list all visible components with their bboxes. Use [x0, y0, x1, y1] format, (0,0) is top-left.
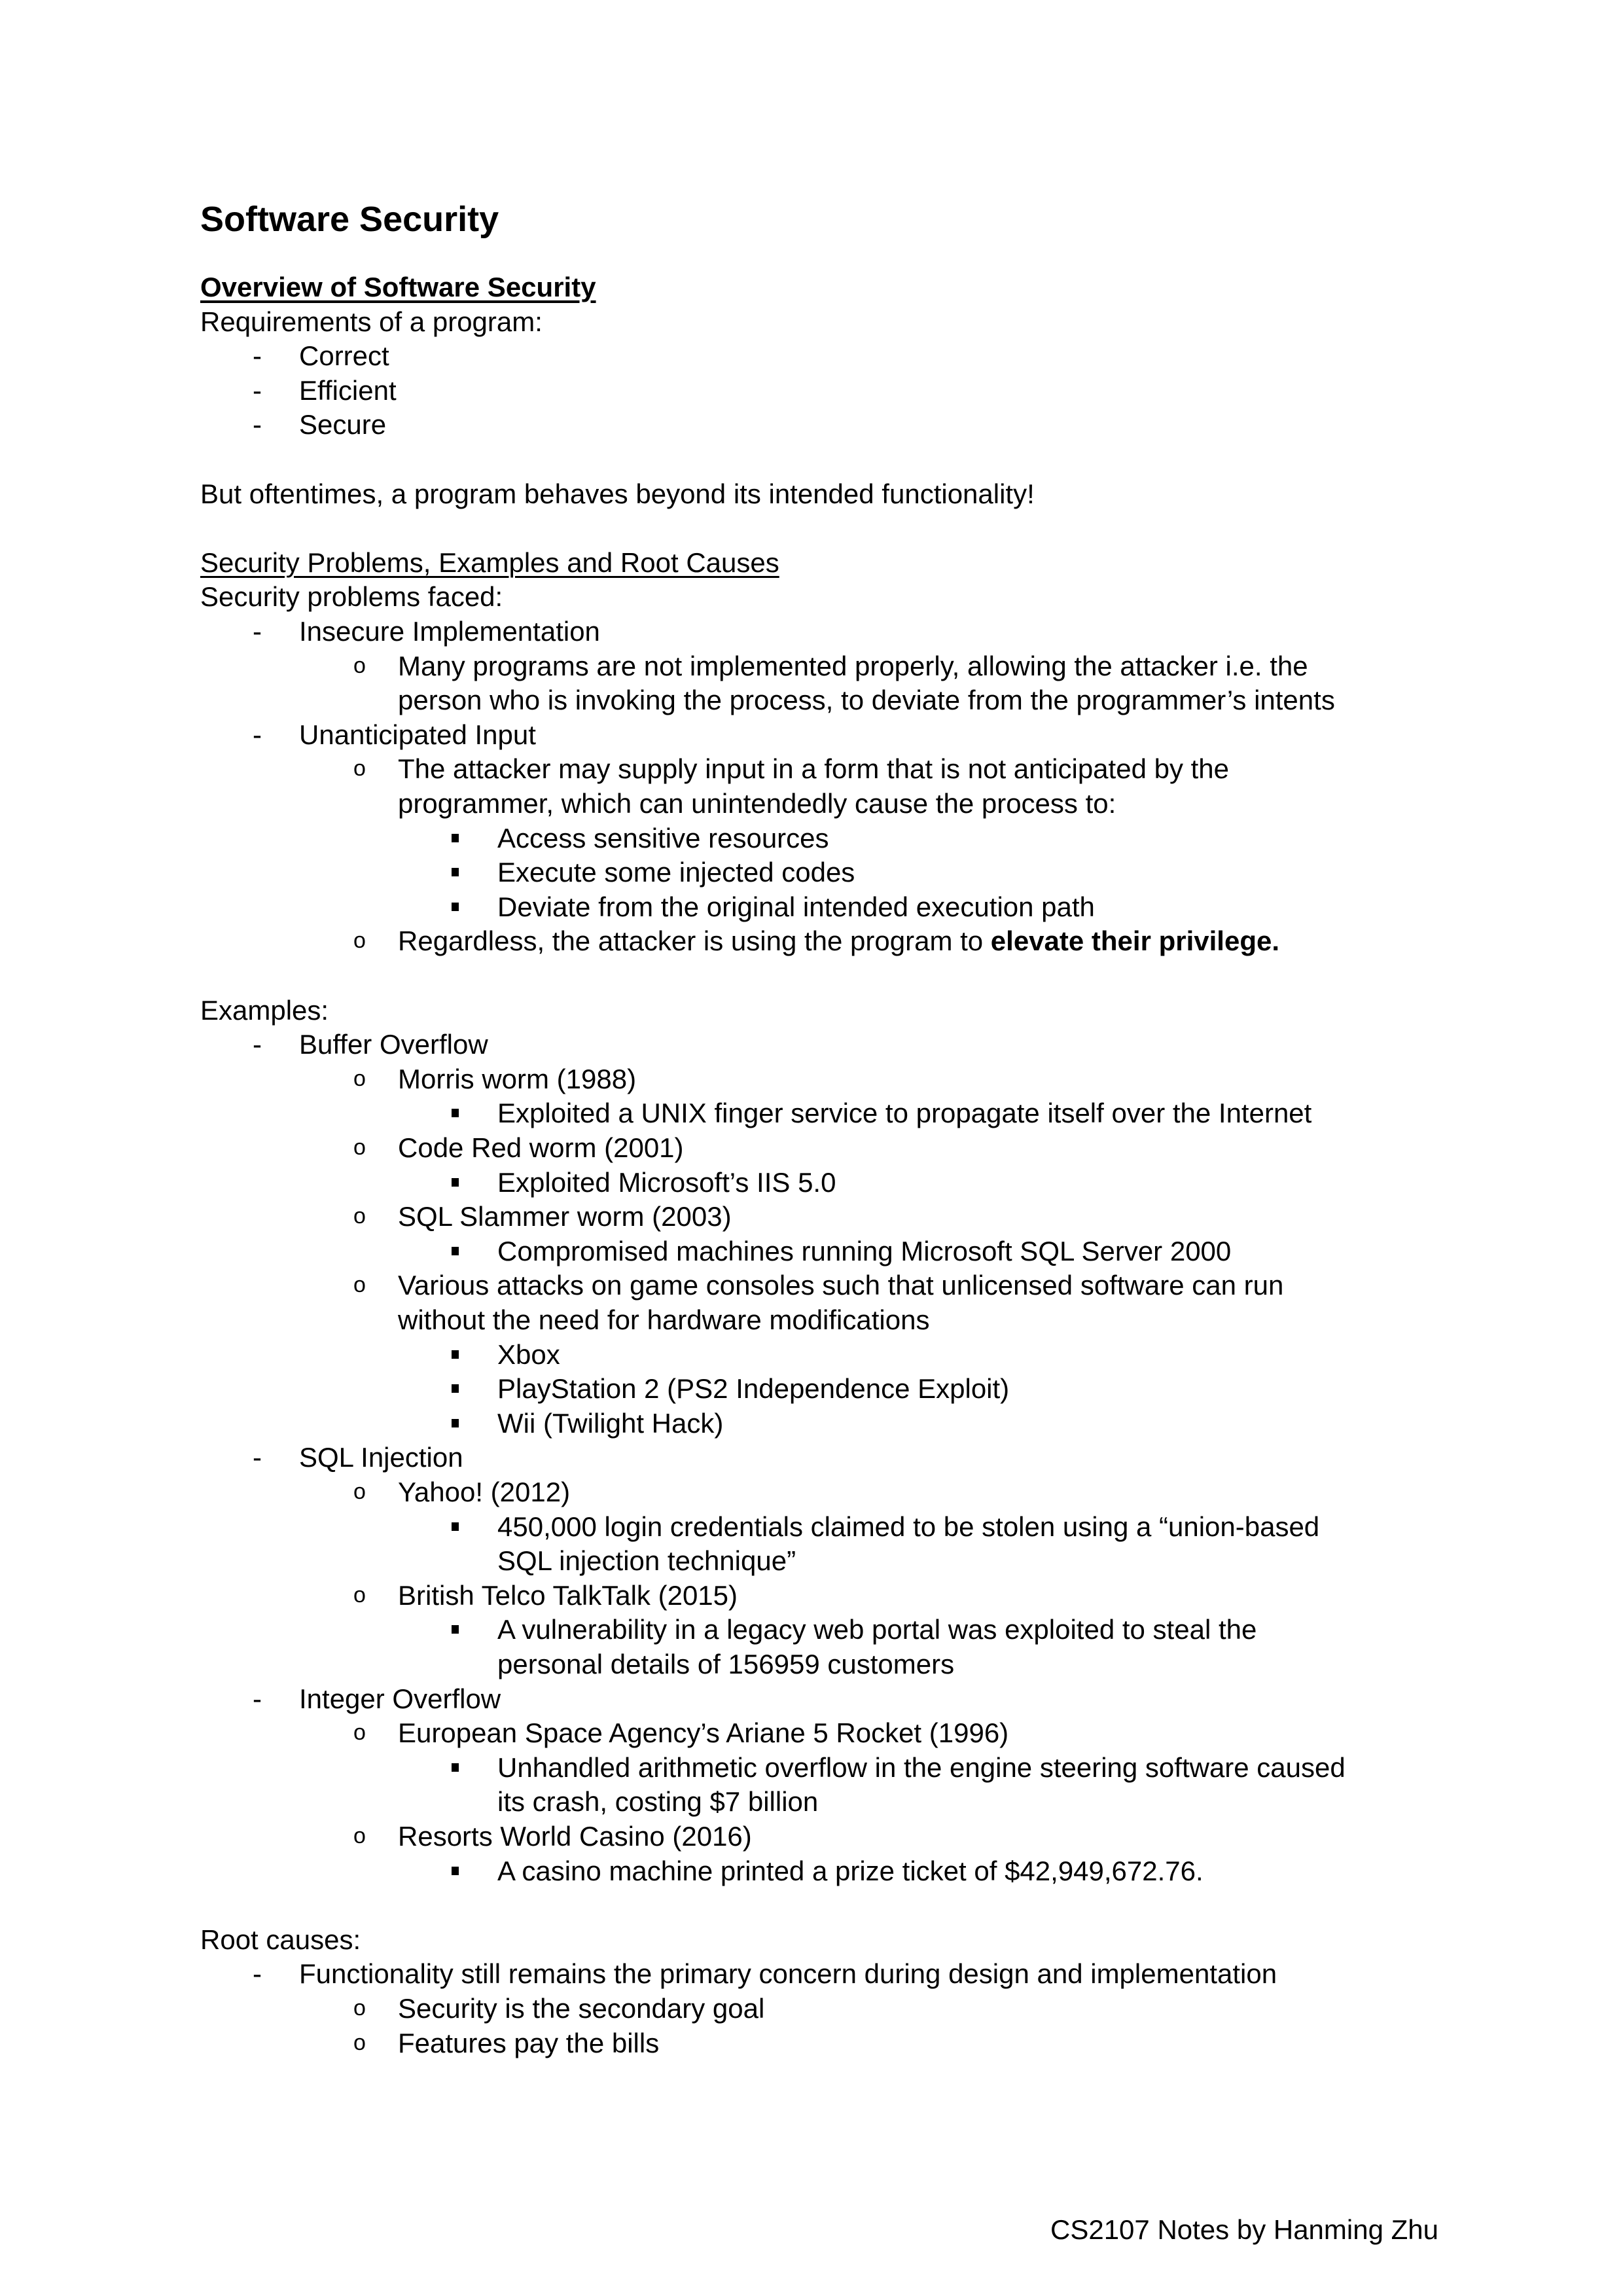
line-text: Buffer Overflow [299, 1029, 488, 1060]
line-text: Security problems faced: [200, 581, 503, 613]
dash-bullet-icon: - [253, 340, 262, 372]
line-text: person who is invoking the process, to d… [398, 685, 1335, 716]
circle-bullet-icon: o [353, 928, 366, 954]
line-text: Compromised machines running Microsoft S… [497, 1235, 1232, 1266]
line-text: British Telco TalkTalk (2015) [398, 1579, 738, 1611]
line-text: Code Red worm (2001) [398, 1132, 684, 1163]
circle-bullet-icon: o [353, 1823, 366, 1848]
line-text: Morris worm (1988) [398, 1063, 637, 1094]
line-text: But oftentimes, a program behaves beyond… [200, 478, 1035, 509]
circle-bullet-icon: o [353, 653, 366, 678]
line-text: Access sensitive resources [497, 822, 829, 853]
line-text: Examples: [200, 994, 329, 1026]
line-text: programmer, which can unintendedly cause… [398, 788, 1116, 819]
line-text: Regardless, the attacker is using the pr… [398, 925, 1280, 957]
circle-bullet-icon: o [353, 1135, 366, 1160]
line-text: The attacker may supply input in a form … [398, 753, 1230, 785]
circle-bullet-icon: o [353, 1996, 366, 2020]
line-text: Various attacks on game consoles such th… [398, 1270, 1284, 1301]
line-text: Secure [299, 409, 387, 440]
dash-bullet-icon: - [253, 374, 262, 406]
circle-bullet-icon: o [353, 1066, 366, 1091]
dash-bullet-icon: - [253, 616, 262, 647]
line-text: Unanticipated Input [299, 719, 536, 750]
line-text: A vulnerability in a legacy web portal w… [497, 1614, 1257, 1645]
document-page: Software Security Overview of Software S… [0, 0, 1623, 2296]
line-text: Wii (Twilight Hack) [497, 1407, 724, 1439]
line-text: Functionality still remains the primary … [299, 1958, 1277, 1990]
line-text: Execute some injected codes [497, 857, 855, 888]
line-text: Features pay the bills [398, 2027, 660, 2058]
line-text: personal details of 156959 customers [497, 1649, 955, 1679]
line-text: Security Problems, Examples and Root Cau… [200, 547, 779, 578]
line-text: Security is the secondary goal [398, 1993, 765, 2024]
dash-bullet-icon: - [253, 409, 262, 440]
circle-bullet-icon: o [353, 1204, 366, 1229]
line-text: Many programs are not implemented proper… [398, 650, 1308, 681]
dash-bullet-icon: - [253, 719, 262, 750]
line-text: Unhandled arithmetic overflow in the eng… [497, 1751, 1346, 1783]
dash-bullet-icon: - [253, 1958, 262, 1990]
dash-bullet-icon: - [253, 1442, 262, 1473]
line-text: its crash, costing $7 billion [497, 1786, 819, 1818]
line-text: Overview of Software Security [200, 272, 596, 302]
line-text: Deviate from the original intended execu… [497, 891, 1095, 922]
dash-bullet-icon: - [253, 1683, 262, 1714]
circle-bullet-icon: o [353, 1272, 366, 1298]
circle-bullet-icon: o [353, 756, 366, 781]
line-text: Yahoo! (2012) [398, 1477, 571, 1507]
emphasis-text: elevate their privilege. [990, 925, 1280, 957]
circle-bullet-icon: o [353, 2030, 366, 2055]
line-text: SQL injection technique” [497, 1545, 796, 1577]
line-text: Efficient [299, 374, 397, 406]
circle-bullet-icon: o [353, 1479, 366, 1504]
line-text: PlayStation 2 (PS2 Independence Exploit) [497, 1373, 1010, 1405]
line-text: Exploited Microsoft’s IIS 5.0 [497, 1166, 836, 1198]
line-text: Integer Overflow [299, 1683, 501, 1714]
circle-bullet-icon: o [353, 1582, 366, 1607]
line-text: Requirements of a program: [200, 306, 543, 337]
page-title: Software Security [200, 200, 499, 239]
line-text: SQL Slammer worm (2003) [398, 1201, 732, 1232]
page-footer: CS2107 Notes by Hanming Zhu [1050, 2214, 1438, 2245]
line-text: Correct [299, 340, 389, 372]
line-text: without the need for hardware modificati… [398, 1304, 930, 1335]
line-text: SQL Injection [299, 1442, 463, 1473]
line-text: Root causes: [200, 1924, 361, 1955]
line-text: 450,000 login credentials claimed to be … [497, 1511, 1320, 1542]
line-text: European Space Agency’s Ariane 5 Rocket … [398, 1717, 1009, 1749]
line-text: Exploited a UNIX finger service to propa… [497, 1098, 1312, 1129]
line-text: Insecure Implementation [299, 616, 600, 647]
dash-bullet-icon: - [253, 1029, 262, 1060]
circle-bullet-icon: o [353, 1720, 366, 1746]
line-text: Resorts World Casino (2016) [398, 1821, 752, 1852]
line-text: Xbox [497, 1338, 560, 1370]
line-text: A casino machine printed a prize ticket … [497, 1855, 1204, 1886]
